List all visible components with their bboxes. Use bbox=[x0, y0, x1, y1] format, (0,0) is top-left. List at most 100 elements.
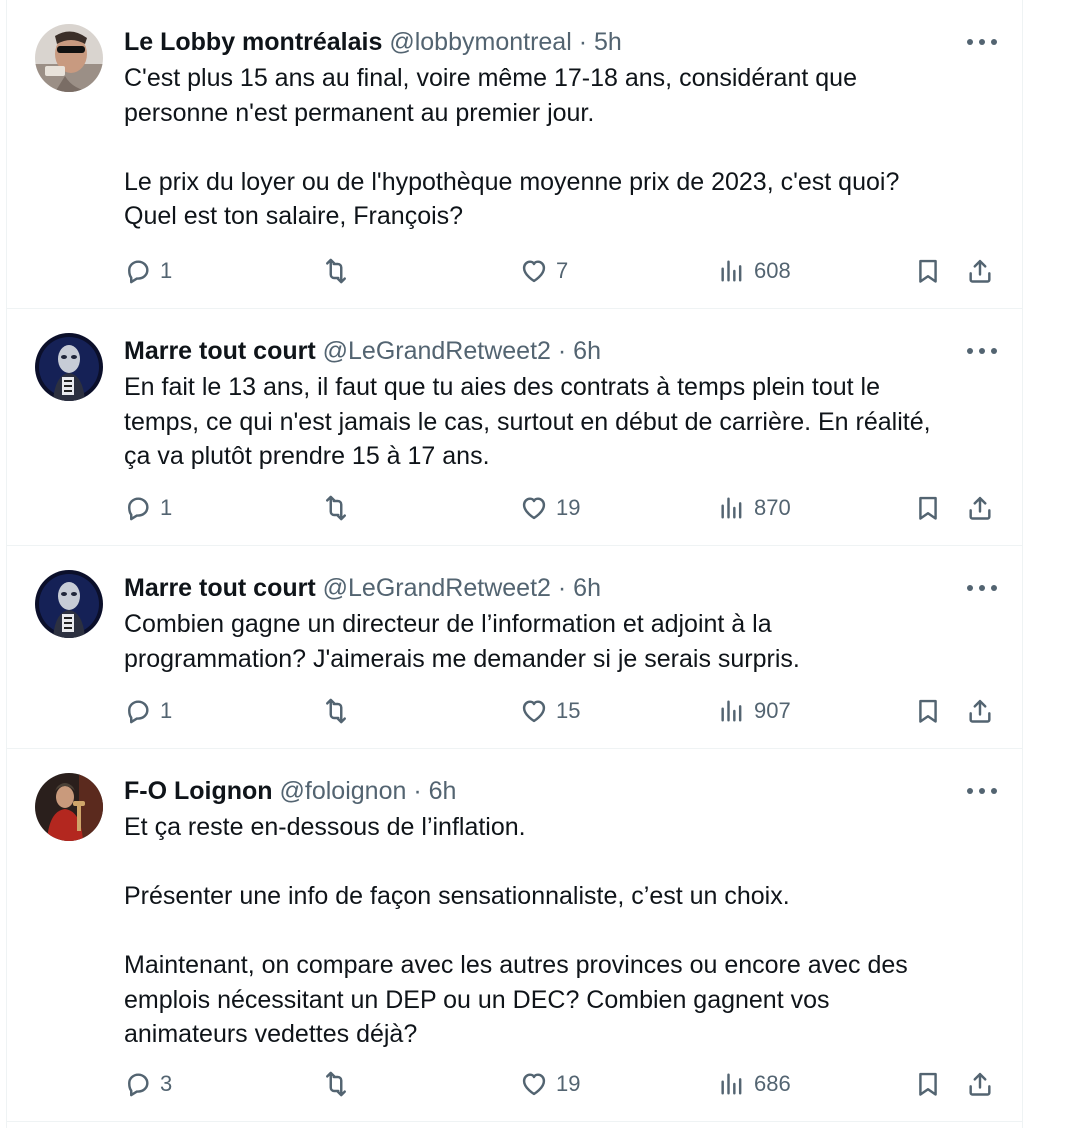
heart-icon bbox=[522, 260, 546, 283]
bookmark-icon bbox=[919, 259, 937, 283]
tweet[interactable]: F-O Loignon @foloignon · 6h Et ça reste … bbox=[7, 749, 1023, 1122]
author-name[interactable]: Marre tout court bbox=[124, 574, 316, 602]
retweet-icon bbox=[326, 495, 346, 521]
reply-icon bbox=[128, 497, 149, 521]
views-button[interactable]: 608 bbox=[718, 251, 791, 291]
tweet-paragraph: Et ça reste en-dessous de l’inflation. bbox=[124, 813, 526, 841]
action-bar: 3 19 686 bbox=[124, 1064, 1004, 1104]
retweet-button[interactable] bbox=[322, 488, 358, 528]
separator-dot: · bbox=[557, 337, 567, 365]
retweet-icon bbox=[326, 1071, 346, 1097]
share-icon bbox=[969, 1072, 991, 1096]
action-bar: 1 15 907 bbox=[124, 691, 1004, 731]
views-icon bbox=[721, 700, 742, 722]
more-options-icon[interactable] bbox=[967, 341, 997, 361]
avatar[interactable] bbox=[35, 773, 103, 841]
author-name[interactable]: F-O Loignon bbox=[124, 777, 273, 805]
share-icon bbox=[969, 259, 991, 283]
share-button[interactable] bbox=[966, 488, 994, 528]
share-icon bbox=[969, 699, 991, 723]
bookmark-button[interactable] bbox=[914, 251, 942, 291]
separator-dot: · bbox=[413, 777, 422, 805]
tweet-header: Le Lobby montréalais @lobbymontreal · 5h bbox=[124, 24, 622, 60]
like-count: 7 bbox=[556, 258, 569, 283]
like-count: 19 bbox=[556, 495, 581, 520]
tweet-text: C'est plus 15 ans au final, voire même 1… bbox=[124, 61, 1004, 234]
views-icon bbox=[721, 260, 742, 282]
like-button[interactable]: 15 bbox=[520, 691, 580, 731]
bookmark-button[interactable] bbox=[914, 488, 942, 528]
like-count: 19 bbox=[556, 1071, 581, 1096]
view-count: 907 bbox=[754, 698, 791, 723]
like-count: 15 bbox=[556, 698, 581, 723]
views-icon bbox=[721, 497, 742, 519]
timeline: Le Lobby montréalais @lobbymontreal · 5h… bbox=[6, 0, 1023, 1128]
reply-count: 1 bbox=[160, 698, 173, 723]
bookmark-icon bbox=[919, 496, 937, 520]
reply-icon bbox=[128, 1073, 149, 1097]
views-button[interactable]: 907 bbox=[718, 691, 791, 731]
more-options-icon[interactable] bbox=[967, 781, 997, 801]
reply-icon bbox=[128, 260, 149, 284]
reply-button[interactable]: 1 bbox=[124, 251, 172, 291]
timestamp[interactable]: 6h bbox=[429, 777, 457, 805]
tweet[interactable]: Marre tout court @LeGrandRetweet2 · 6h E… bbox=[7, 309, 1023, 546]
tweet-text: Combien gagne un directeur de l’informat… bbox=[124, 607, 1004, 676]
share-button[interactable] bbox=[966, 1064, 994, 1104]
views-button[interactable]: 870 bbox=[718, 488, 791, 528]
share-icon bbox=[969, 496, 991, 520]
heart-icon bbox=[522, 497, 546, 520]
share-button[interactable] bbox=[966, 251, 994, 291]
separator-dot: · bbox=[578, 28, 588, 56]
view-count: 608 bbox=[754, 258, 791, 283]
reply-icon bbox=[128, 700, 149, 724]
author-name[interactable]: Marre tout court bbox=[124, 337, 316, 365]
author-handle[interactable]: @lobbymontreal bbox=[389, 28, 571, 56]
timestamp[interactable]: 6h bbox=[573, 337, 601, 365]
author-handle[interactable]: @LeGrandRetweet2 bbox=[323, 574, 551, 602]
retweet-button[interactable] bbox=[322, 1064, 358, 1104]
tweet-paragraph: En fait le 13 ans, il faut que tu aies d… bbox=[124, 373, 931, 470]
share-button[interactable] bbox=[966, 691, 994, 731]
views-icon bbox=[721, 1073, 742, 1095]
reply-button[interactable]: 1 bbox=[124, 691, 172, 731]
like-button[interactable]: 7 bbox=[520, 251, 568, 291]
tweet-header: F-O Loignon @foloignon · 6h bbox=[124, 773, 456, 809]
reply-button[interactable]: 3 bbox=[124, 1064, 172, 1104]
avatar[interactable] bbox=[35, 570, 103, 638]
views-button[interactable]: 686 bbox=[718, 1064, 791, 1104]
timestamp[interactable]: 5h bbox=[594, 28, 622, 56]
heart-icon bbox=[522, 700, 546, 723]
like-button[interactable]: 19 bbox=[520, 488, 580, 528]
avatar[interactable] bbox=[35, 24, 103, 92]
retweet-button[interactable] bbox=[322, 691, 358, 731]
more-options-icon[interactable] bbox=[967, 32, 997, 52]
bookmark-icon bbox=[919, 699, 937, 723]
bookmark-button[interactable] bbox=[914, 691, 942, 731]
reply-count: 1 bbox=[160, 495, 173, 520]
tweet[interactable]: Marre tout court @LeGrandRetweet2 · 6h C… bbox=[7, 546, 1023, 749]
timestamp[interactable]: 6h bbox=[573, 574, 601, 602]
tweet-paragraph: Présenter une info de façon sensationnal… bbox=[124, 882, 790, 910]
reply-button[interactable]: 1 bbox=[124, 488, 172, 528]
separator-dot: · bbox=[557, 574, 567, 602]
author-handle[interactable]: @foloignon bbox=[280, 777, 407, 805]
tweet-paragraph: Le prix du loyer ou de l'hypothèque moye… bbox=[124, 167, 900, 231]
retweet-icon bbox=[326, 698, 346, 724]
retweet-button[interactable] bbox=[322, 251, 358, 291]
tweet-text: Et ça reste en-dessous de l’inflation. P… bbox=[124, 810, 1004, 1052]
like-button[interactable]: 19 bbox=[520, 1064, 580, 1104]
reply-count: 3 bbox=[160, 1071, 173, 1096]
author-name[interactable]: Le Lobby montréalais bbox=[124, 28, 382, 56]
tweet-header: Marre tout court @LeGrandRetweet2 · 6h bbox=[124, 333, 601, 369]
tweet[interactable]: Le Lobby montréalais @lobbymontreal · 5h… bbox=[7, 0, 1023, 309]
more-options-icon[interactable] bbox=[967, 578, 997, 598]
tweet-paragraph: Maintenant, on compare avec les autres p… bbox=[124, 951, 908, 1048]
tweet-paragraph: C'est plus 15 ans au final, voire même 1… bbox=[124, 64, 857, 127]
tweet-paragraph: Combien gagne un directeur de l’informat… bbox=[124, 610, 800, 673]
author-handle[interactable]: @LeGrandRetweet2 bbox=[323, 337, 551, 365]
action-bar: 1 19 870 bbox=[124, 488, 1004, 528]
bookmark-button[interactable] bbox=[914, 1064, 942, 1104]
avatar[interactable] bbox=[35, 333, 103, 401]
view-count: 870 bbox=[754, 495, 791, 520]
